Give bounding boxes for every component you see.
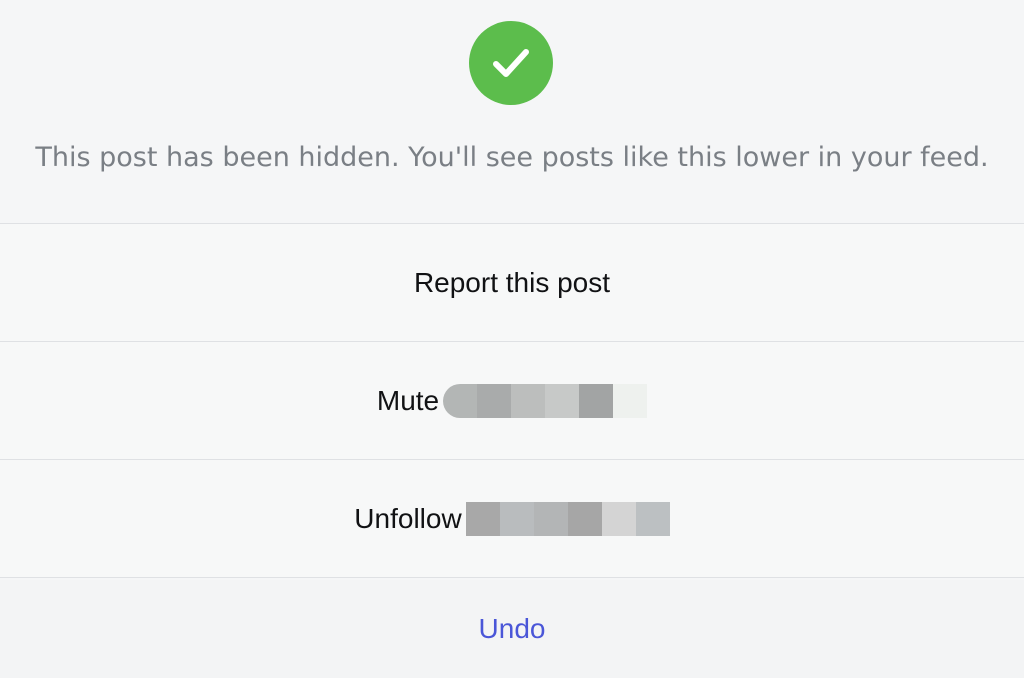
report-post-label: Report this post bbox=[413, 266, 611, 298]
redacted-account-name bbox=[465, 501, 670, 536]
mute-account-button[interactable]: Mute bbox=[0, 341, 1024, 459]
undo-button[interactable]: Undo bbox=[479, 613, 546, 645]
mute-label: Mute bbox=[376, 384, 440, 416]
checkmark-circle-icon bbox=[469, 21, 553, 105]
undo-section: Undo bbox=[0, 580, 1024, 678]
unfollow-label: Unfollow bbox=[354, 502, 462, 534]
redacted-account-name bbox=[443, 383, 648, 418]
checkmark-icon bbox=[493, 49, 529, 77]
report-post-button[interactable]: Report this post bbox=[0, 223, 1024, 341]
hidden-confirmation-message: This post has been hidden. You'll see po… bbox=[35, 142, 989, 173]
hidden-post-panel: This post has been hidden. You'll see po… bbox=[0, 0, 1024, 678]
post-options-list: Report this post Mute Unfollow bbox=[0, 223, 1024, 578]
unfollow-account-button[interactable]: Unfollow bbox=[0, 459, 1024, 578]
